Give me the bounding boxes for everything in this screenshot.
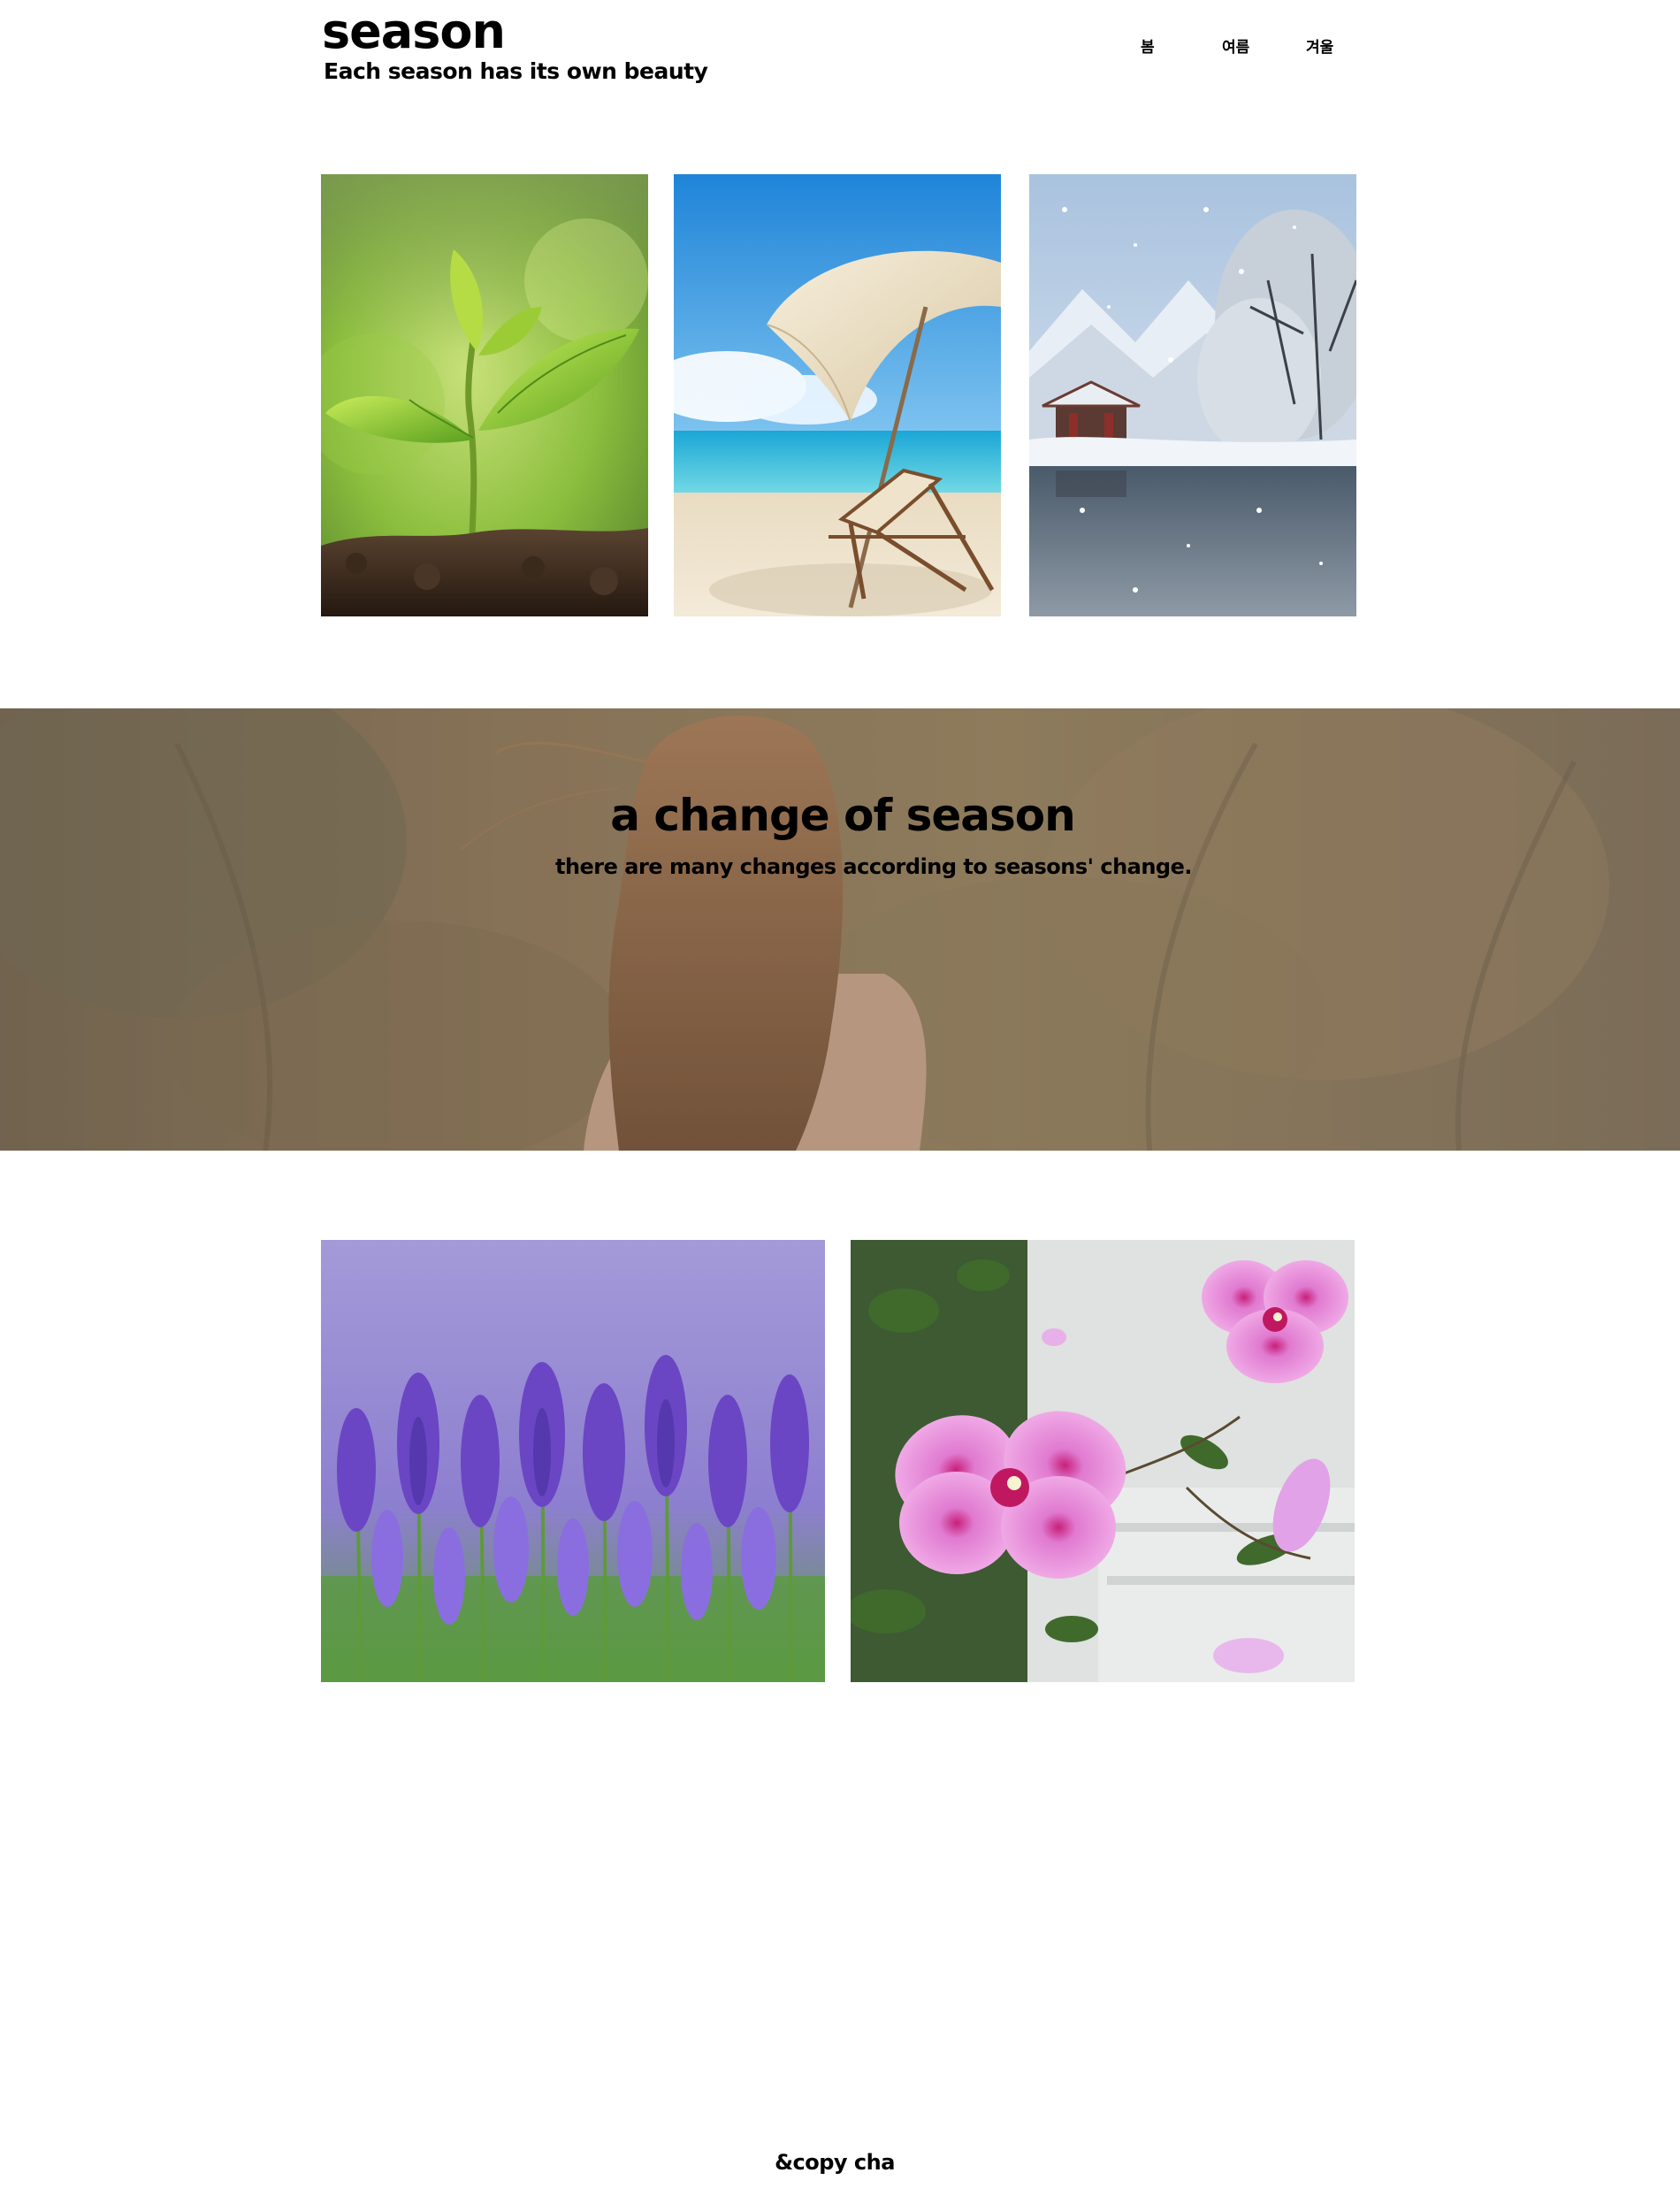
- banner-background-image: [0, 708, 1680, 1151]
- site-title: season: [322, 4, 506, 59]
- banner-subtitle: there are many changes according to seas…: [554, 854, 1193, 879]
- spring-sprout-image: [321, 174, 648, 616]
- nav-item-spring[interactable]: 봄: [1141, 35, 1155, 60]
- footer-copyright: &copy cha: [775, 2150, 895, 2175]
- hibiscus-flower-image: [851, 1240, 1355, 1682]
- summer-beach-image: [674, 174, 1001, 616]
- nav-item-summer[interactable]: 여름: [1222, 35, 1249, 60]
- site-tagline: Each season has its own beauty: [324, 58, 708, 84]
- lavender-field-image: [321, 1240, 825, 1682]
- winter-lake-image: [1029, 174, 1356, 616]
- season-banner: a change of season there are many change…: [0, 708, 1680, 1151]
- nav-item-winter[interactable]: 겨울: [1306, 35, 1333, 60]
- banner-title: a change of season: [610, 790, 1075, 841]
